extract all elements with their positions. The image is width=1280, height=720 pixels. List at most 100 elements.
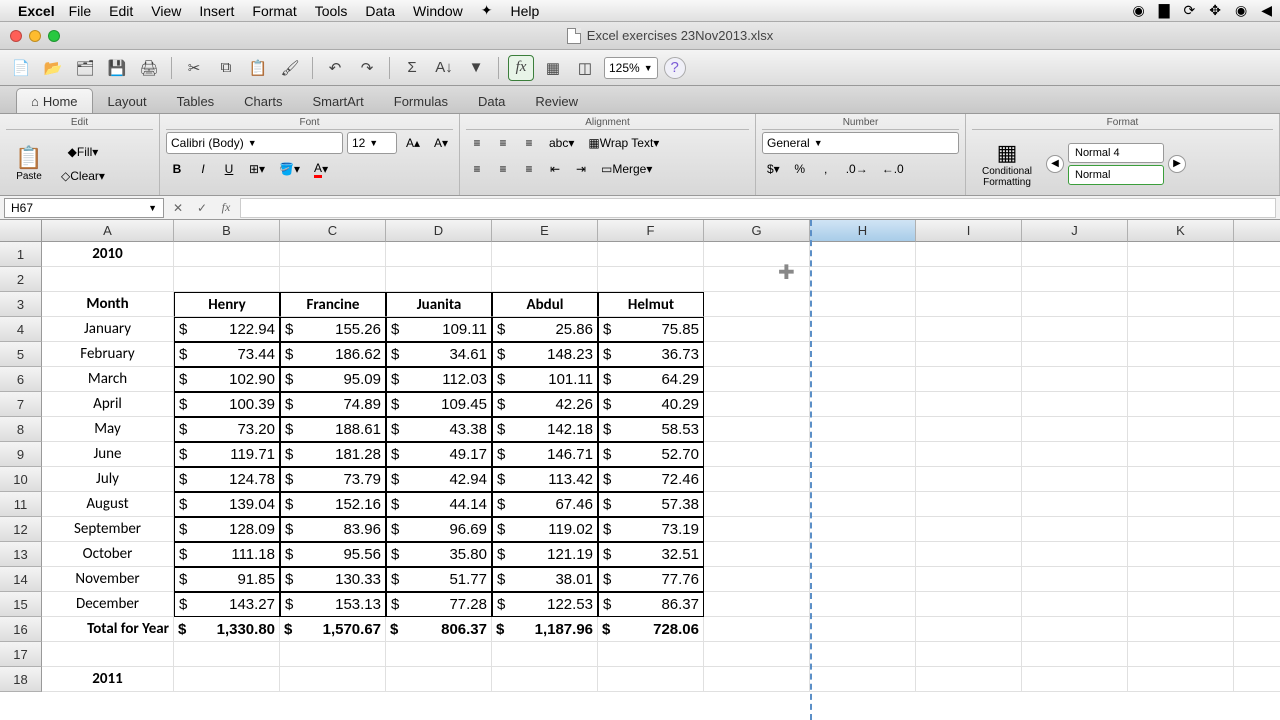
empty-cell[interactable] [916,342,1022,367]
tab-home[interactable]: ⌂Home [16,88,93,113]
empty-cell[interactable] [704,242,810,267]
timemachine-icon[interactable]: ⟳ [1184,2,1196,19]
align-top-button[interactable]: ≡ [466,132,488,154]
empty-cell[interactable] [916,542,1022,567]
empty-cell[interactable] [174,242,280,267]
empty-cell[interactable] [704,442,810,467]
currency-button[interactable]: $▾ [762,158,785,180]
data-cell[interactable]: $152.16 [280,492,386,517]
data-cell[interactable]: $35.80 [386,542,492,567]
empty-cell[interactable] [1128,642,1234,667]
empty-cell[interactable] [1022,367,1128,392]
empty-cell[interactable] [1128,317,1234,342]
indent-decrease-button[interactable]: ⇤ [544,158,566,180]
empty-cell[interactable] [1234,492,1280,517]
align-left-button[interactable]: ≡ [466,158,488,180]
empty-cell[interactable] [810,642,916,667]
empty-cell[interactable] [704,542,810,567]
comma-button[interactable]: , [815,158,837,180]
empty-cell[interactable] [1022,317,1128,342]
empty-cell[interactable] [916,267,1022,292]
cell-month[interactable]: November [42,567,174,592]
cell-total-label[interactable]: Total for Year [42,617,174,642]
empty-cell[interactable] [386,242,492,267]
bold-button[interactable]: B [166,158,188,180]
data-cell[interactable]: $73.79 [280,467,386,492]
data-cell[interactable]: $73.44 [174,342,280,367]
fx-toggle-button[interactable]: fx [508,55,534,81]
sort-button[interactable]: A↓ [431,55,457,81]
menu-view[interactable]: View [151,3,181,19]
tab-data[interactable]: Data [463,88,520,113]
empty-cell[interactable] [1022,517,1128,542]
empty-cell[interactable] [598,642,704,667]
data-cell[interactable]: $96.69 [386,517,492,542]
font-color-button[interactable]: A▾ [309,158,333,180]
tab-tables[interactable]: Tables [162,88,230,113]
zoom-selector[interactable]: 125%▼ [604,57,658,79]
col-header-A[interactable]: A [42,220,174,242]
empty-cell[interactable] [280,242,386,267]
paste-big-button[interactable]: 📋Paste [6,143,52,184]
col-header-G[interactable]: G [704,220,810,242]
orientation-button[interactable]: abc▾ [544,132,579,154]
data-cell[interactable]: $36.73 [598,342,704,367]
menu-data[interactable]: Data [365,3,395,19]
empty-cell[interactable] [916,667,1022,692]
data-cell[interactable]: $86.37 [598,592,704,617]
select-all-corner[interactable] [0,220,42,242]
data-cell[interactable]: $109.11 [386,317,492,342]
empty-cell[interactable] [1022,617,1128,642]
menu-format[interactable]: Format [252,3,296,19]
cell-person-hdr[interactable]: Henry [174,292,280,317]
cell-year1[interactable]: 2010 [42,242,174,267]
data-cell[interactable]: $124.78 [174,467,280,492]
data-cell[interactable]: $34.61 [386,342,492,367]
volume-icon[interactable]: ◀ [1261,2,1272,19]
row-header-2[interactable]: 2 [0,267,42,292]
empty-cell[interactable] [280,642,386,667]
total-cell[interactable]: $1,570.67 [280,617,386,642]
empty-cell[interactable] [704,367,810,392]
empty-cell[interactable] [810,592,916,617]
empty-cell[interactable] [598,242,704,267]
empty-cell[interactable] [916,317,1022,342]
empty-cell[interactable] [1022,667,1128,692]
copy-button[interactable]: ⧉ [213,55,239,81]
align-right-button[interactable]: ≡ [518,158,540,180]
row-header-6[interactable]: 6 [0,367,42,392]
empty-cell[interactable] [704,342,810,367]
empty-cell[interactable] [1022,642,1128,667]
styles-next-button[interactable]: ▶ [1168,155,1186,173]
cell-month[interactable]: May [42,417,174,442]
underline-button[interactable]: U [218,158,240,180]
tab-formulas[interactable]: Formulas [379,88,463,113]
align-middle-button[interactable]: ≡ [492,132,514,154]
data-cell[interactable]: $128.09 [174,517,280,542]
row-header-10[interactable]: 10 [0,467,42,492]
empty-cell[interactable] [810,292,916,317]
borders-button[interactable]: ⊞▾ [244,158,270,180]
empty-cell[interactable] [174,667,280,692]
data-cell[interactable]: $148.23 [492,342,598,367]
empty-cell[interactable] [810,392,916,417]
wrap-text-button[interactable]: ▦ Wrap Text ▾ [583,132,664,154]
empty-cell[interactable] [1234,317,1280,342]
row-header-14[interactable]: 14 [0,567,42,592]
record-icon[interactable]: ◉ [1133,2,1145,19]
empty-cell[interactable] [810,317,916,342]
empty-cell[interactable] [1022,467,1128,492]
menu-edit[interactable]: Edit [109,3,133,19]
empty-cell[interactable] [1022,542,1128,567]
empty-cell[interactable] [42,267,174,292]
empty-cell[interactable] [1128,567,1234,592]
data-cell[interactable]: $38.01 [492,567,598,592]
empty-cell[interactable] [1022,392,1128,417]
data-cell[interactable]: $100.39 [174,392,280,417]
italic-button[interactable]: I [192,158,214,180]
row-header-13[interactable]: 13 [0,542,42,567]
empty-cell[interactable] [916,292,1022,317]
row-header-17[interactable]: 17 [0,642,42,667]
cell-month[interactable]: March [42,367,174,392]
empty-cell[interactable] [386,267,492,292]
